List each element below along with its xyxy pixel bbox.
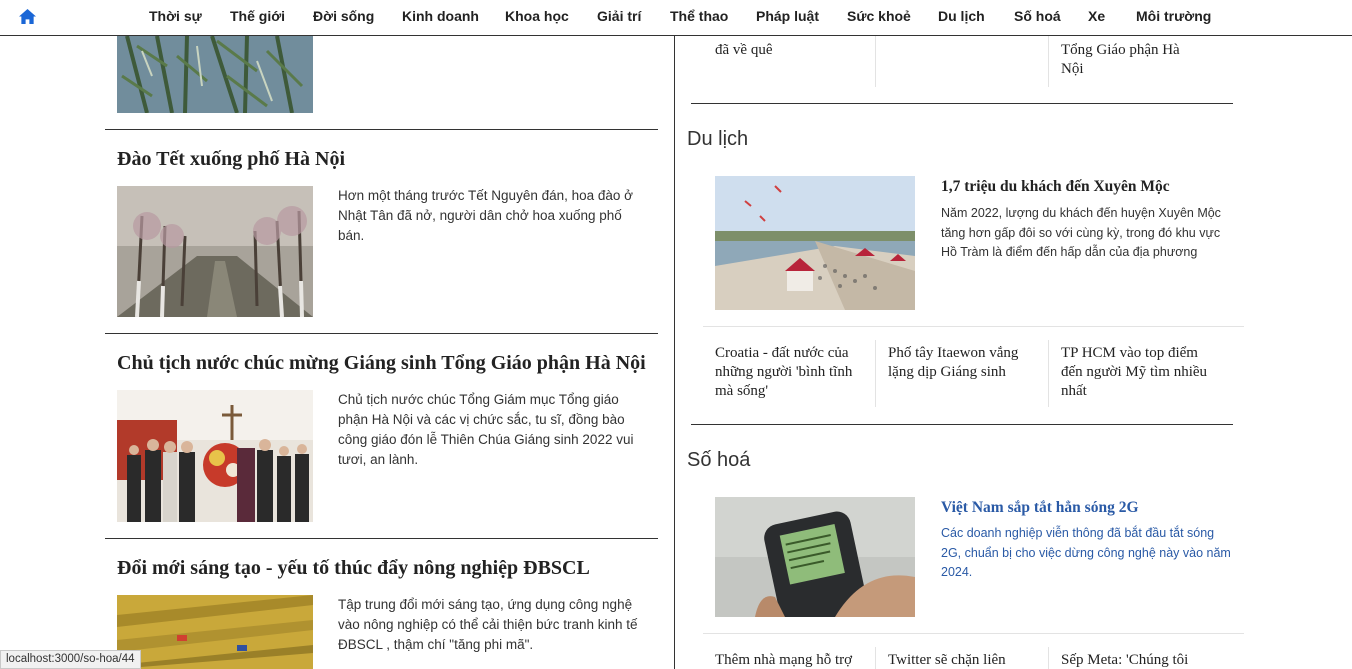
article-image[interactable]: [117, 595, 313, 669]
nav-item-du-lich[interactable]: Du lịch: [938, 8, 985, 24]
sub-article-separator: [1048, 340, 1049, 407]
article-title[interactable]: Chủ tịch nước chúc mừng Giáng sinh Tổng …: [117, 352, 646, 375]
article-title[interactable]: Đổi mới sáng tạo - yếu tố thúc đẩy nông …: [117, 557, 590, 580]
sub-article-separator: [875, 647, 876, 669]
beach-pier-photo: [715, 176, 915, 310]
article-description: Hơn một tháng trước Tết Nguyên đán, hoa …: [338, 188, 634, 243]
featured-title-du-lich[interactable]: 1,7 triệu du khách đến Xuyên Mộc: [941, 178, 1241, 196]
article-description: Chủ tịch nước chúc Tổng Giám mục Tổng gi…: [338, 392, 634, 467]
article-divider: [105, 538, 658, 539]
featured-description-du-lich: Năm 2022, lượng du khách đến huyện Xuyên…: [941, 206, 1221, 259]
sub-article-link[interactable]: Sếp Meta: 'Chúng tôi: [1061, 651, 1216, 669]
article-divider: [105, 333, 658, 334]
home-icon[interactable]: [18, 8, 37, 25]
sub-article-separator: [1048, 36, 1049, 87]
article-image[interactable]: [117, 390, 313, 522]
phone-2g-photo: [715, 497, 915, 617]
nav-item-giai-tri[interactable]: Giải trí: [597, 8, 641, 24]
sub-article-link[interactable]: Tổng Giáo phận Hà Nội: [1061, 41, 1201, 79]
nav-item-the-thao[interactable]: Thể thao: [670, 8, 728, 24]
column-divider: [674, 36, 675, 669]
nav-item-so-hoa[interactable]: Số hoá: [1014, 8, 1061, 24]
top-nav: Thời sự Thế giới Đời sống Kinh doanh Kho…: [0, 0, 1352, 36]
status-bar-url: localhost:3000/so-hoa/44: [0, 650, 141, 669]
featured-description-so-hoa: Các doanh nghiệp viễn thông đã bắt đầu t…: [941, 526, 1231, 579]
section-title-du-lich[interactable]: Du lịch: [687, 128, 748, 151]
peach-blossom-photo: [117, 186, 313, 317]
section-inner-divider: [703, 633, 1244, 634]
sub-article-separator: [1048, 647, 1049, 669]
nav-item-the-gioi[interactable]: Thế giới: [230, 8, 285, 24]
sub-article-link[interactable]: đã về quê: [715, 41, 870, 60]
nav-item-thoi-su[interactable]: Thời sự: [149, 8, 202, 24]
article-image[interactable]: [117, 186, 313, 317]
nav-item-phap-luat[interactable]: Pháp luật: [756, 8, 819, 24]
rice-field-photo: [117, 595, 313, 669]
featured-image-so-hoa[interactable]: [715, 497, 915, 617]
nav-item-doi-song[interactable]: Đời sống: [313, 8, 374, 24]
nav-item-suc-khoe[interactable]: Sức khoẻ: [847, 8, 911, 24]
sub-article-link[interactable]: TP HCM vào top điểm đến người Mỹ tìm nhi…: [1061, 344, 1216, 401]
featured-image-du-lich[interactable]: [715, 176, 915, 310]
section-inner-divider: [703, 326, 1244, 327]
sub-article-link[interactable]: Thêm nhà mạng hỗ trợ: [715, 651, 870, 669]
nav-item-moi-truong[interactable]: Môi trường: [1136, 8, 1211, 24]
section-divider: [691, 103, 1233, 104]
featured-title-so-hoa[interactable]: Việt Nam sắp tắt hẳn sóng 2G: [941, 499, 1241, 517]
sub-article-separator: [875, 340, 876, 407]
sub-article-separator: [875, 36, 876, 87]
article-image-partial[interactable]: [117, 36, 313, 113]
nav-item-kinh-doanh[interactable]: Kinh doanh: [402, 8, 479, 24]
nav-item-khoa-hoc[interactable]: Khoa học: [505, 8, 569, 24]
article-divider: [105, 129, 658, 130]
section-title-so-hoa[interactable]: Số hoá: [687, 449, 750, 472]
article-description: Tập trung đổi mới sáng tạo, ứng dụng côn…: [338, 597, 638, 652]
sub-article-link[interactable]: Phố tây Itaewon vắng lặng dịp Giáng sinh: [888, 344, 1043, 382]
section-divider: [691, 424, 1233, 425]
sub-article-link[interactable]: Croatia - đất nước của những người 'bình…: [715, 344, 870, 401]
article-title[interactable]: Đào Tết xuống phố Hà Nội: [117, 148, 345, 171]
nav-item-xe[interactable]: Xe: [1088, 8, 1105, 24]
christmas-meeting-photo: [117, 390, 313, 522]
bamboo-photo: [117, 36, 313, 113]
sub-article-link[interactable]: Twitter sẽ chặn liên: [888, 651, 1043, 669]
